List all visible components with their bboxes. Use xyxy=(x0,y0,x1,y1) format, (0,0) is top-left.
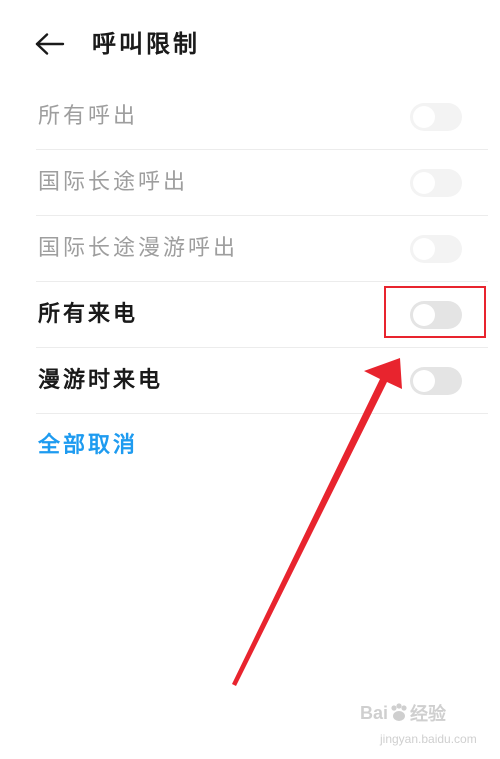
setting-label: 国际长途漫游呼出 xyxy=(38,236,239,261)
page-title: 呼叫限制 xyxy=(92,30,200,58)
toggle-knob xyxy=(413,304,435,326)
watermark-brand-text: Bai xyxy=(360,702,389,723)
settings-list: 所有呼出 国际长途呼出 国际长途漫游呼出 所有来电 漫游时来电 xyxy=(0,84,500,414)
call-restriction-screen: 呼叫限制 所有呼出 国际长途呼出 国际长途漫游呼出 所有来电 漫游时来电 全部取… xyxy=(0,0,500,759)
paw-icon xyxy=(391,703,407,721)
setting-row-roaming-incoming[interactable]: 漫游时来电 xyxy=(0,348,500,414)
setting-label: 漫游时来电 xyxy=(38,368,164,393)
toggle-knob xyxy=(413,238,435,260)
toggle-knob xyxy=(413,106,435,128)
watermark-brand: Bai 经验 xyxy=(360,700,446,726)
setting-row-all-outgoing[interactable]: 所有呼出 xyxy=(0,84,500,150)
setting-label: 所有呼出 xyxy=(38,104,139,129)
cancel-all-button[interactable]: 全部取消 xyxy=(38,430,138,462)
arrow-left-icon xyxy=(35,33,65,55)
setting-row-intl-outgoing[interactable]: 国际长途呼出 xyxy=(0,150,500,216)
toggle-intl-outgoing[interactable] xyxy=(410,169,462,197)
watermark-suffix-text: 经验 xyxy=(410,704,447,724)
setting-label: 国际长途呼出 xyxy=(38,170,189,195)
toggle-knob xyxy=(413,370,435,392)
watermark-url: jingyan.baidu.com xyxy=(380,732,477,746)
toggle-all-incoming[interactable] xyxy=(410,301,462,329)
back-button[interactable] xyxy=(32,28,68,60)
setting-label: 所有来电 xyxy=(38,302,139,327)
app-header: 呼叫限制 xyxy=(0,0,500,88)
setting-row-intl-roaming-outgoing[interactable]: 国际长途漫游呼出 xyxy=(0,216,500,282)
toggle-intl-roaming-outgoing[interactable] xyxy=(410,235,462,263)
watermark: Bai 经验 jingyan.baidu.com xyxy=(360,700,495,756)
toggle-roaming-incoming[interactable] xyxy=(410,367,462,395)
toggle-all-outgoing[interactable] xyxy=(410,103,462,131)
setting-row-all-incoming[interactable]: 所有来电 xyxy=(0,282,500,348)
toggle-knob xyxy=(413,172,435,194)
row-divider xyxy=(36,413,488,414)
